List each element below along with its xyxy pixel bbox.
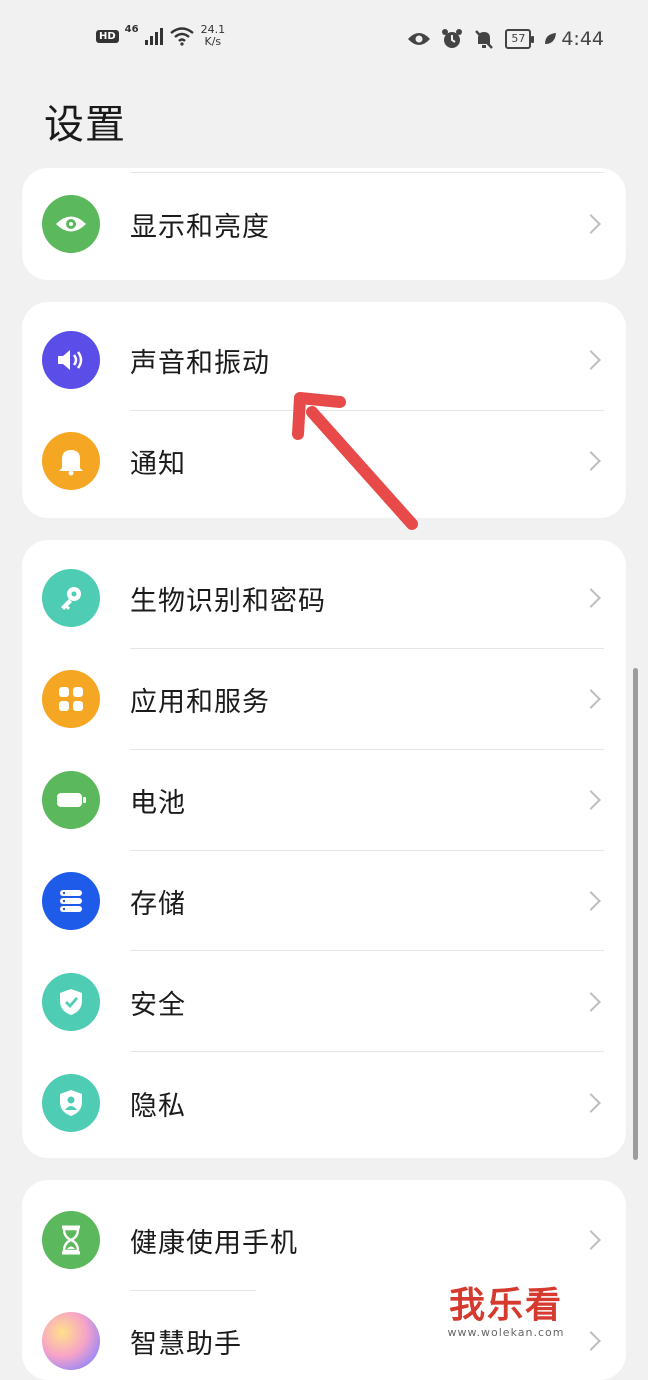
status-left: HD 46 24.1 K/s bbox=[96, 24, 225, 48]
settings-item-label: 存储 bbox=[130, 888, 186, 920]
settings-item-display[interactable]: 显示和亮度 bbox=[22, 174, 626, 274]
network-type: 46 bbox=[124, 24, 139, 35]
eye-icon bbox=[42, 195, 100, 253]
chevron-right-icon bbox=[581, 350, 601, 370]
settings-item-label: 通知 bbox=[130, 448, 186, 480]
settings-item-sound[interactable]: 声音和振动 bbox=[22, 310, 626, 410]
settings-item-label: 生物识别和密码 bbox=[130, 585, 326, 617]
settings-item-apps[interactable]: 应用和服务 bbox=[22, 649, 626, 749]
page-title: 设置 bbox=[44, 102, 126, 148]
settings-item-label: 应用和服务 bbox=[130, 686, 270, 718]
mute-bell-icon bbox=[475, 30, 494, 49]
leaf-icon bbox=[545, 33, 557, 44]
bell-icon bbox=[42, 432, 100, 490]
chevron-right-icon bbox=[581, 689, 601, 709]
shield-check-icon bbox=[42, 973, 100, 1031]
watermark-text: 我乐看 bbox=[448, 1285, 563, 1326]
assistant-orb-icon bbox=[42, 1312, 100, 1370]
settings-item-label: 健康使用手机 bbox=[130, 1227, 298, 1259]
settings-item-battery[interactable]: 电池 bbox=[22, 750, 626, 850]
status-right: 57 4:44 bbox=[407, 28, 604, 50]
chevron-right-icon bbox=[581, 891, 601, 911]
divider bbox=[130, 950, 604, 951]
status-bar: HD 46 24.1 K/s 57 4:44 bbox=[0, 0, 648, 80]
chevron-right-icon bbox=[581, 790, 601, 810]
settings-item-digital-balance[interactable]: 健康使用手机 bbox=[22, 1190, 626, 1290]
chevron-right-icon bbox=[581, 214, 601, 234]
alarm-icon bbox=[442, 29, 463, 48]
settings-item-label: 电池 bbox=[130, 787, 186, 819]
settings-item-security[interactable]: 安全 bbox=[22, 952, 626, 1052]
battery-icon bbox=[42, 771, 100, 829]
storage-icon bbox=[42, 872, 100, 930]
settings-item-label: 智慧助手 bbox=[130, 1328, 242, 1360]
chevron-right-icon bbox=[581, 1093, 601, 1113]
clock: 4:44 bbox=[561, 28, 604, 50]
speed-unit: K/s bbox=[204, 35, 222, 48]
settings-item-label: 显示和亮度 bbox=[130, 211, 270, 243]
settings-group-sound: 声音和振动 通知 bbox=[22, 302, 626, 518]
battery-indicator: 57 bbox=[505, 29, 535, 49]
signal-icon bbox=[144, 27, 163, 45]
settings-group-system: 生物识别和密码 应用和服务 电池 存储 安全 隐私 bbox=[22, 540, 626, 1158]
chevron-right-icon bbox=[581, 588, 601, 608]
settings-item-privacy[interactable]: 隐私 bbox=[22, 1053, 626, 1153]
settings-item-label: 隐私 bbox=[130, 1090, 186, 1122]
key-icon bbox=[42, 569, 100, 627]
divider bbox=[130, 1051, 604, 1052]
speaker-icon bbox=[42, 331, 100, 389]
settings-item-biometrics[interactable]: 生物识别和密码 bbox=[22, 548, 626, 648]
privacy-shield-icon bbox=[42, 1074, 100, 1132]
settings-item-label: 声音和振动 bbox=[130, 347, 270, 379]
settings-item-label: 安全 bbox=[130, 989, 186, 1021]
settings-group-display: 显示和亮度 bbox=[22, 168, 626, 280]
chevron-right-icon bbox=[581, 451, 601, 471]
hourglass-icon bbox=[42, 1211, 100, 1269]
watermark: 我乐看 www.wolekan.com bbox=[378, 1276, 634, 1349]
eye-comfort-icon bbox=[408, 33, 431, 45]
chevron-right-icon bbox=[581, 992, 601, 1012]
scrollbar[interactable] bbox=[633, 668, 638, 1160]
chevron-right-icon bbox=[581, 1230, 601, 1250]
network-speed: 24.1 K/s bbox=[201, 24, 226, 48]
settings-item-notifications[interactable]: 通知 bbox=[22, 411, 626, 511]
wifi-icon bbox=[169, 27, 194, 46]
divider bbox=[130, 172, 604, 173]
hd-badge: HD bbox=[96, 29, 119, 43]
apps-grid-icon bbox=[42, 670, 100, 728]
watermark-url: www.wolekan.com bbox=[447, 1326, 565, 1339]
settings-item-storage[interactable]: 存储 bbox=[22, 851, 626, 951]
